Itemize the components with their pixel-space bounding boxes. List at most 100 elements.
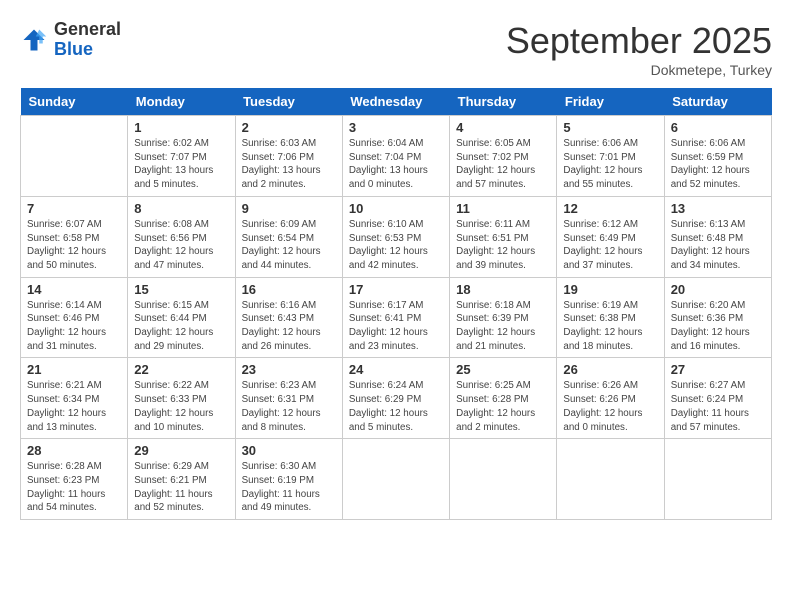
calendar-cell: 6Sunrise: 6:06 AMSunset: 6:59 PMDaylight… <box>664 116 771 197</box>
column-header-friday: Friday <box>557 88 664 116</box>
column-header-tuesday: Tuesday <box>235 88 342 116</box>
date-number: 20 <box>671 282 765 297</box>
calendar-cell: 12Sunrise: 6:12 AMSunset: 6:49 PMDayligh… <box>557 196 664 277</box>
cell-info: Sunrise: 6:27 AMSunset: 6:24 PMDaylight:… <box>671 379 765 434</box>
week-row-1: 1 Sunrise: 6:02 AMSunset: 7:07 PMDaylight… <box>21 116 772 197</box>
calendar-cell: 18Sunrise: 6:18 AMSunset: 6:39 PMDayligh… <box>450 277 557 358</box>
date-number: 28 <box>27 443 121 458</box>
date-number: 25 <box>456 362 550 377</box>
date-number: 17 <box>349 282 443 297</box>
calendar-cell: 13Sunrise: 6:13 AMSunset: 6:48 PMDayligh… <box>664 196 771 277</box>
date-number: 27 <box>671 362 765 377</box>
cell-info: Sunrise: 6:05 AMSunset: 7:02 PMDaylight:… <box>456 137 550 192</box>
date-number: 16 <box>242 282 336 297</box>
title-block: September 2025 Dokmetepe, Turkey <box>506 20 772 78</box>
date-number: 6 <box>671 120 765 135</box>
date-number: 23 <box>242 362 336 377</box>
calendar-cell: 24 Sunrise: 6:24 AMSunset: 6:29 PMDayligh… <box>342 358 449 439</box>
date-number: 4 <box>456 120 550 135</box>
calendar-cell <box>664 439 771 520</box>
cell-info: Sunrise: 6:14 AMSunset: 6:46 PMDaylight:… <box>27 299 121 354</box>
logo: General Blue <box>20 20 121 60</box>
cell-info: Sunrise: 6:02 AMSunset: 7:07 PMDaylight:… <box>134 137 228 192</box>
cell-info: Sunrise: 6:30 AMSunset: 6:19 PMDaylight:… <box>242 460 336 515</box>
calendar-table: SundayMondayTuesdayWednesdayThursdayFrid… <box>20 88 772 520</box>
cell-info: Sunrise: 6:16 AMSunset: 6:43 PMDaylight:… <box>242 299 336 354</box>
column-header-thursday: Thursday <box>450 88 557 116</box>
calendar-cell: 9Sunrise: 6:09 AMSunset: 6:54 PMDaylight… <box>235 196 342 277</box>
calendar-cell: 4 Sunrise: 6:05 AMSunset: 7:02 PMDaylight… <box>450 116 557 197</box>
calendar-cell: 16 Sunrise: 6:16 AMSunset: 6:43 PMDayligh… <box>235 277 342 358</box>
date-number: 3 <box>349 120 443 135</box>
date-number: 15 <box>134 282 228 297</box>
cell-info: Sunrise: 6:20 AMSunset: 6:36 PMDaylight:… <box>671 299 765 354</box>
date-number: 9 <box>242 201 336 216</box>
cell-info: Sunrise: 6:03 AMSunset: 7:06 PMDaylight:… <box>242 137 336 192</box>
cell-info: Sunrise: 6:08 AMSunset: 6:56 PMDaylight:… <box>134 218 228 273</box>
date-number: 5 <box>563 120 657 135</box>
cell-info: Sunrise: 6:06 AMSunset: 7:01 PMDaylight:… <box>563 137 657 192</box>
calendar-cell <box>450 439 557 520</box>
cell-info: Sunrise: 6:15 AMSunset: 6:44 PMDaylight:… <box>134 299 228 354</box>
date-number: 8 <box>134 201 228 216</box>
column-header-sunday: Sunday <box>21 88 128 116</box>
calendar-cell: 5 Sunrise: 6:06 AMSunset: 7:01 PMDaylight… <box>557 116 664 197</box>
cell-info: Sunrise: 6:12 AMSunset: 6:49 PMDaylight:… <box>563 218 657 273</box>
week-row-5: 28 Sunrise: 6:28 AMSunset: 6:23 PMDayligh… <box>21 439 772 520</box>
calendar-cell: 23 Sunrise: 6:23 AMSunset: 6:31 PMDayligh… <box>235 358 342 439</box>
cell-info: Sunrise: 6:25 AMSunset: 6:28 PMDaylight:… <box>456 379 550 434</box>
cell-info: Sunrise: 6:24 AMSunset: 6:29 PMDaylight:… <box>349 379 443 434</box>
cell-info: Sunrise: 6:13 AMSunset: 6:48 PMDaylight:… <box>671 218 765 273</box>
calendar-cell: 1 Sunrise: 6:02 AMSunset: 7:07 PMDaylight… <box>128 116 235 197</box>
cell-info: Sunrise: 6:21 AMSunset: 6:34 PMDaylight:… <box>27 379 121 434</box>
cell-info: Sunrise: 6:23 AMSunset: 6:31 PMDaylight:… <box>242 379 336 434</box>
calendar-cell <box>342 439 449 520</box>
page-header: General Blue September 2025 Dokmetepe, T… <box>20 20 772 78</box>
date-number: 2 <box>242 120 336 135</box>
cell-info: Sunrise: 6:04 AMSunset: 7:04 PMDaylight:… <box>349 137 443 192</box>
cell-info: Sunrise: 6:28 AMSunset: 6:23 PMDaylight:… <box>27 460 121 515</box>
cell-info: Sunrise: 6:17 AMSunset: 6:41 PMDaylight:… <box>349 299 443 354</box>
calendar-cell: 20 Sunrise: 6:20 AMSunset: 6:36 PMDayligh… <box>664 277 771 358</box>
week-row-2: 7 Sunrise: 6:07 AMSunset: 6:58 PMDaylight… <box>21 196 772 277</box>
date-number: 19 <box>563 282 657 297</box>
column-header-wednesday: Wednesday <box>342 88 449 116</box>
calendar-cell: 11Sunrise: 6:11 AMSunset: 6:51 PMDayligh… <box>450 196 557 277</box>
calendar-cell: 26Sunrise: 6:26 AMSunset: 6:26 PMDayligh… <box>557 358 664 439</box>
date-number: 30 <box>242 443 336 458</box>
calendar-cell: 29 Sunrise: 6:29 AMSunset: 6:21 PMDayligh… <box>128 439 235 520</box>
calendar-cell <box>21 116 128 197</box>
date-number: 29 <box>134 443 228 458</box>
calendar-cell: 28 Sunrise: 6:28 AMSunset: 6:23 PMDayligh… <box>21 439 128 520</box>
week-row-3: 14Sunrise: 6:14 AMSunset: 6:46 PMDayligh… <box>21 277 772 358</box>
cell-info: Sunrise: 6:07 AMSunset: 6:58 PMDaylight:… <box>27 218 121 273</box>
calendar-cell: 21 Sunrise: 6:21 AMSunset: 6:34 PMDayligh… <box>21 358 128 439</box>
logo-icon <box>20 26 48 54</box>
calendar-cell: 30 Sunrise: 6:30 AMSunset: 6:19 PMDayligh… <box>235 439 342 520</box>
calendar-cell: 15 Sunrise: 6:15 AMSunset: 6:44 PMDayligh… <box>128 277 235 358</box>
calendar-cell: 27 Sunrise: 6:27 AMSunset: 6:24 PMDayligh… <box>664 358 771 439</box>
calendar-cell: 22Sunrise: 6:22 AMSunset: 6:33 PMDayligh… <box>128 358 235 439</box>
calendar-cell: 2 Sunrise: 6:03 AMSunset: 7:06 PMDaylight… <box>235 116 342 197</box>
calendar-cell: 25 Sunrise: 6:25 AMSunset: 6:28 PMDayligh… <box>450 358 557 439</box>
location-subtitle: Dokmetepe, Turkey <box>506 62 772 78</box>
date-number: 1 <box>134 120 228 135</box>
date-number: 7 <box>27 201 121 216</box>
cell-info: Sunrise: 6:19 AMSunset: 6:38 PMDaylight:… <box>563 299 657 354</box>
cell-info: Sunrise: 6:18 AMSunset: 6:39 PMDaylight:… <box>456 299 550 354</box>
date-number: 11 <box>456 201 550 216</box>
logo-text: General Blue <box>54 20 121 60</box>
month-title: September 2025 <box>506 20 772 62</box>
column-header-monday: Monday <box>128 88 235 116</box>
cell-info: Sunrise: 6:29 AMSunset: 6:21 PMDaylight:… <box>134 460 228 515</box>
date-number: 24 <box>349 362 443 377</box>
cell-info: Sunrise: 6:22 AMSunset: 6:33 PMDaylight:… <box>134 379 228 434</box>
cell-info: Sunrise: 6:10 AMSunset: 6:53 PMDaylight:… <box>349 218 443 273</box>
calendar-cell: 8 Sunrise: 6:08 AMSunset: 6:56 PMDaylight… <box>128 196 235 277</box>
calendar-cell: 7 Sunrise: 6:07 AMSunset: 6:58 PMDaylight… <box>21 196 128 277</box>
date-number: 21 <box>27 362 121 377</box>
date-number: 10 <box>349 201 443 216</box>
header-row: SundayMondayTuesdayWednesdayThursdayFrid… <box>21 88 772 116</box>
calendar-cell <box>557 439 664 520</box>
calendar-cell: 3 Sunrise: 6:04 AMSunset: 7:04 PMDaylight… <box>342 116 449 197</box>
